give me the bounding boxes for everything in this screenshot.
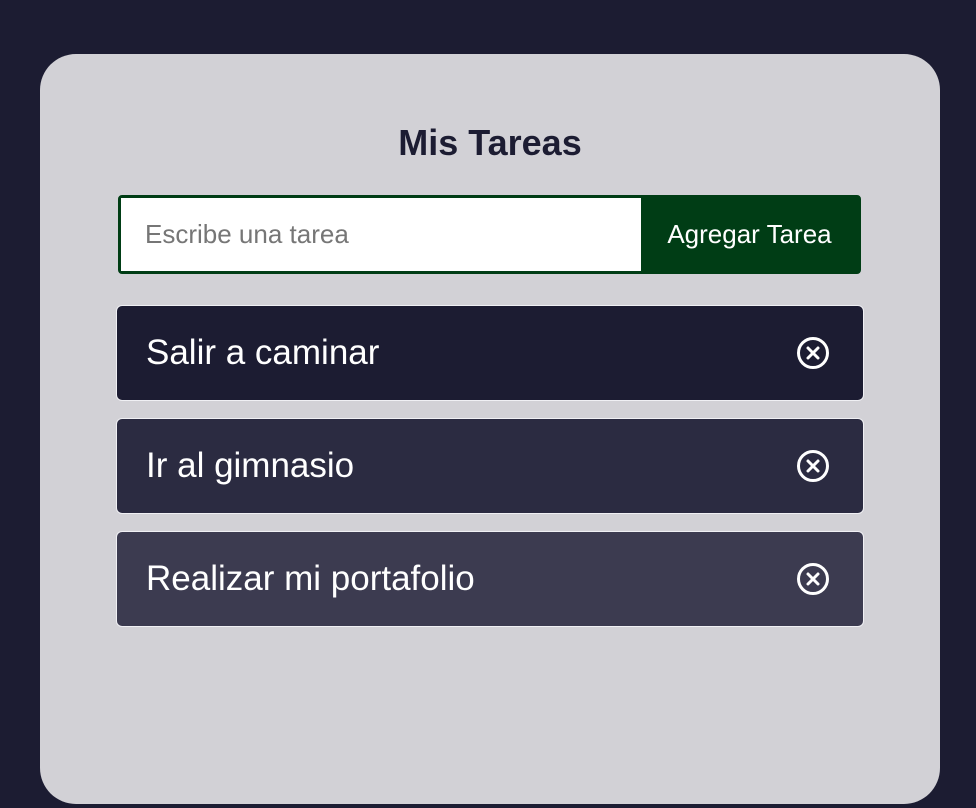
close-circle-icon (797, 563, 829, 595)
todo-card: Mis Tareas Agregar Tarea Salir a caminar… (40, 54, 940, 804)
task-item[interactable]: Salir a caminar (116, 305, 864, 401)
page-title: Mis Tareas (398, 122, 582, 163)
task-input[interactable] (121, 198, 641, 271)
task-item[interactable]: Ir al gimnasio (116, 418, 864, 514)
task-text[interactable]: Ir al gimnasio (146, 446, 354, 486)
delete-task-button[interactable] (796, 449, 830, 483)
add-task-button[interactable]: Agregar Tarea (641, 198, 858, 271)
close-circle-icon (797, 450, 829, 482)
delete-task-button[interactable] (796, 562, 830, 596)
add-task-form: Agregar Tarea (118, 195, 861, 274)
close-circle-icon (797, 337, 829, 369)
task-list: Salir a caminar Ir al gimnasio Realizar … (116, 305, 864, 644)
delete-task-button[interactable] (796, 336, 830, 370)
task-item[interactable]: Realizar mi portafolio (116, 531, 864, 627)
task-text[interactable]: Salir a caminar (146, 333, 379, 373)
task-text[interactable]: Realizar mi portafolio (146, 559, 475, 599)
